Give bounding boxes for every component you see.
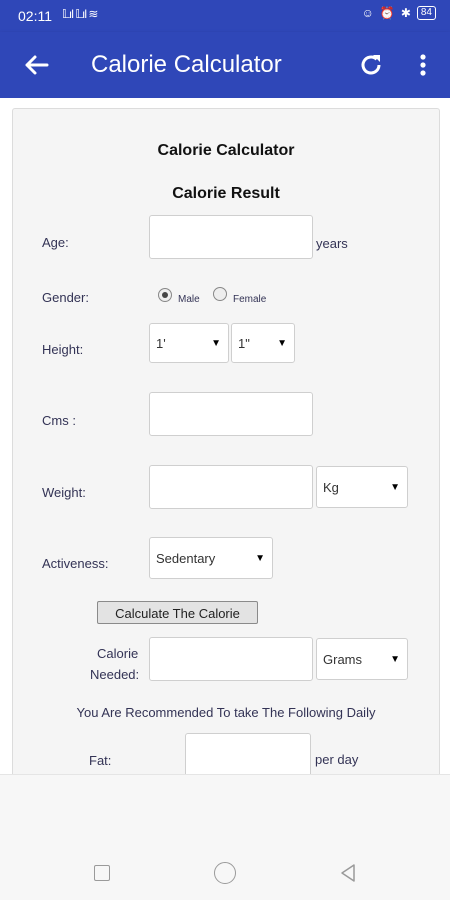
refresh-icon[interactable] <box>356 50 386 80</box>
app-title: Calorie Calculator <box>91 51 282 78</box>
calculate-calorie-button[interactable]: Calculate The Calorie <box>97 601 258 624</box>
fat-output[interactable] <box>185 733 311 774</box>
cms-label: Cms : <box>42 413 76 428</box>
screen: 02:11 𝕃ıl 𝕃ıl ≋ ☺ ⏰ ✱ 84 Calorie Calcula… <box>0 0 450 900</box>
gender-label: Gender: <box>42 290 89 305</box>
home-icon[interactable] <box>214 862 236 884</box>
bluetooth-icon: ✱ <box>400 6 411 20</box>
dropdown-arrow-icon: ▼ <box>390 481 400 493</box>
status-time: 02:11 <box>18 8 52 24</box>
dropdown-arrow-icon: ▼ <box>390 653 400 665</box>
more-vert-icon[interactable] <box>410 50 436 80</box>
face-unlock-icon: ☺ <box>361 6 374 20</box>
calorie-unit-select[interactable]: Grams ▼ <box>316 638 408 680</box>
dropdown-arrow-icon: ▼ <box>277 337 287 349</box>
status-bar: 02:11 𝕃ıl 𝕃ıl ≋ ☺ ⏰ ✱ 84 <box>0 0 450 32</box>
nav-back-icon[interactable] <box>338 863 358 883</box>
height-inches-value: 1" <box>238 335 250 351</box>
calorie-unit-value: Grams <box>323 651 362 667</box>
signal-icon: 𝕃ıl 𝕃ıl ≋ <box>62 7 98 21</box>
recent-apps-icon[interactable] <box>94 865 110 881</box>
gender-male-label: Male <box>178 294 200 305</box>
age-input[interactable] <box>149 215 313 259</box>
height-feet-select[interactable]: 1' ▼ <box>149 323 229 363</box>
activeness-value: Sedentary <box>156 550 216 566</box>
form-heading: Calorie Calculator <box>157 142 295 159</box>
calorie-needed-output[interactable] <box>149 637 313 681</box>
recommendation-text: You Are Recommended To take The Followin… <box>76 705 376 720</box>
activeness-select[interactable]: Sedentary ▼ <box>149 537 273 579</box>
status-icons: ☺ ⏰ ✱ 84 <box>362 6 436 20</box>
height-label: Height: <box>42 342 84 357</box>
calorie-needed-label-line2: Needed: <box>90 667 140 682</box>
height-feet-value: 1' <box>156 335 166 351</box>
weight-input[interactable] <box>149 465 313 509</box>
calorie-needed-label-line1: Calorie <box>97 646 139 661</box>
fat-unit: per day <box>315 752 359 767</box>
battery-icon: 84 <box>416 6 436 20</box>
back-arrow-icon[interactable] <box>20 49 52 81</box>
activeness-label: Activeness: <box>42 556 109 571</box>
fat-label: Fat: <box>89 753 112 768</box>
app-bar: Calorie Calculator <box>0 32 450 98</box>
alarm-icon: ⏰ <box>379 6 395 20</box>
weight-label: Weight: <box>42 485 86 500</box>
gender-male-radio[interactable] <box>158 288 172 302</box>
result-heading: Calorie Result <box>172 185 280 202</box>
height-inches-select[interactable]: 1" ▼ <box>231 323 295 363</box>
weight-unit-value: Kg <box>323 479 339 495</box>
system-nav-bar <box>0 774 450 900</box>
content-area: Calorie Calculator Calorie Result Age: y… <box>0 98 450 774</box>
cms-input[interactable] <box>149 392 313 436</box>
gender-female-label: Female <box>233 294 267 305</box>
age-label: Age: <box>42 235 69 250</box>
age-unit: years <box>316 236 348 251</box>
gender-female-radio[interactable] <box>213 287 227 301</box>
calculator-card: Calorie Calculator Calorie Result Age: y… <box>12 108 440 774</box>
dropdown-arrow-icon: ▼ <box>255 552 265 564</box>
dropdown-arrow-icon: ▼ <box>211 337 221 349</box>
weight-unit-select[interactable]: Kg ▼ <box>316 466 408 508</box>
